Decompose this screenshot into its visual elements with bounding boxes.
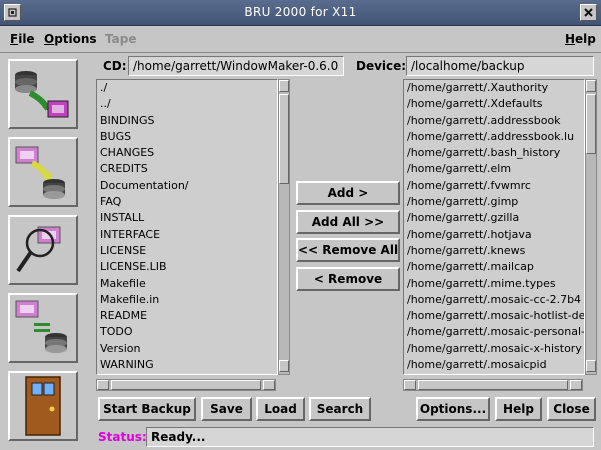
door-icon: [25, 376, 61, 436]
list-item[interactable]: /home/garrett/.mime.types: [404, 276, 584, 292]
directory-list-hscroll[interactable]: [96, 379, 276, 391]
directory-hscroll-thumb[interactable]: [111, 380, 261, 390]
start-backup-button[interactable]: Start Backup: [98, 397, 196, 421]
scroll-right-arrow[interactable]: [263, 380, 275, 390]
directory-list-items: ./../BINDINGS BUGS CHANGES CREDITS Documenta…: [97, 80, 277, 373]
list-item[interactable]: TODO: [97, 324, 277, 340]
scroll-up-arrow[interactable]: [279, 80, 289, 92]
list-item[interactable]: README: [97, 308, 277, 324]
list-item[interactable]: /home/garrett/.mosaic-cc-2.7b4: [404, 292, 584, 308]
list-item[interactable]: ../: [97, 96, 277, 112]
list-item[interactable]: Documentation/: [97, 178, 277, 194]
backup-list-items: /home/garrett/.Xauthority/home/garrett/.…: [404, 80, 584, 373]
title-bar: BRU 2000 for X11: [0, 0, 601, 26]
cd-path-field[interactable]: /home/garrett/WindowMaker-0.6.0: [128, 56, 344, 76]
list-item[interactable]: /home/garrett/.elm: [404, 161, 584, 177]
list-item[interactable]: LICENSE.LIB: [97, 259, 277, 275]
save-button[interactable]: Save: [201, 397, 252, 421]
scroll-up-arrow[interactable]: [586, 80, 596, 92]
window-close-button[interactable]: [580, 4, 597, 21]
scroll-right-arrow[interactable]: [570, 380, 582, 390]
menu-tape[interactable]: Tape: [105, 32, 136, 46]
device-path-field[interactable]: /localhome/backup: [406, 56, 594, 76]
list-item[interactable]: /home/garrett/.mailcap: [404, 259, 584, 275]
list-item[interactable]: /home/garrett/.bash_history: [404, 145, 584, 161]
window-title: BRU 2000 for X11: [244, 5, 357, 19]
device-label: Device:: [356, 59, 407, 73]
list-item[interactable]: /home/garrett/.gzilla: [404, 210, 584, 226]
remove-all-button[interactable]: << Remove All: [296, 238, 400, 262]
list-item[interactable]: /home/garrett/.gimp: [404, 194, 584, 210]
add-all-button[interactable]: Add All >>: [296, 210, 400, 234]
status-text: Ready...: [146, 427, 594, 447]
list-item[interactable]: Makefile: [97, 276, 277, 292]
menu-help[interactable]: Help: [565, 32, 596, 46]
list-item[interactable]: /home/garrett/.hotjava: [404, 227, 584, 243]
exit-tool-button[interactable]: [8, 371, 78, 441]
menu-bar: File Options Tape Help: [0, 27, 601, 53]
verify-tool-button[interactable]: [8, 293, 78, 363]
list-item[interactable]: Makefile.in: [97, 292, 277, 308]
scroll-left-arrow[interactable]: [97, 380, 109, 390]
tape-to-disk-icon: [15, 146, 65, 199]
list-item[interactable]: /home/garrett/.addressbook: [404, 113, 584, 129]
scroll-down-arrow[interactable]: [586, 360, 596, 372]
restore-tool-button[interactable]: [8, 137, 78, 207]
magnifier-icon: [16, 226, 61, 273]
add-button[interactable]: Add >: [296, 181, 400, 205]
list-item[interactable]: CHANGES: [97, 145, 277, 161]
list-item[interactable]: BUGS: [97, 129, 277, 145]
list-item[interactable]: /home/garrett/.mosaic-hotlist-default: [404, 308, 584, 324]
list-item[interactable]: /home/garrett/.mosaic-x-history: [404, 341, 584, 357]
backup-tool-button[interactable]: [8, 59, 78, 129]
list-item[interactable]: /home/garrett/.mosaic-personal-anno: [404, 324, 584, 340]
backup-scroll-thumb[interactable]: [586, 94, 596, 154]
help-button[interactable]: Help: [495, 397, 542, 421]
list-item[interactable]: INSTALL: [97, 210, 277, 226]
cd-label: CD:: [103, 59, 127, 73]
backup-list[interactable]: /home/garrett/.Xauthority/home/garrett/.…: [403, 79, 585, 375]
status-label: Status:: [98, 430, 147, 444]
compare-icon: [15, 300, 67, 353]
directory-list[interactable]: ./../BINDINGS BUGS CHANGES CREDITS Documenta…: [96, 79, 278, 375]
search-button[interactable]: Search: [309, 397, 371, 421]
directory-list-vscroll[interactable]: [278, 79, 290, 375]
list-item[interactable]: /home/garrett/.knews: [404, 243, 584, 259]
options-button[interactable]: Options...: [416, 397, 490, 421]
backup-hscroll-thumb[interactable]: [418, 380, 568, 390]
backup-list-hscroll[interactable]: [403, 379, 583, 391]
list-item[interactable]: /home/garrett/.mosaicpid: [404, 357, 584, 373]
status-bar: Status: Ready...: [96, 427, 596, 447]
scroll-left-arrow[interactable]: [404, 380, 416, 390]
remove-button[interactable]: < Remove: [296, 267, 400, 291]
scroll-down-arrow[interactable]: [279, 360, 289, 372]
list-item[interactable]: Version: [97, 341, 277, 357]
list-item[interactable]: /home/garrett/.fvwmrc: [404, 178, 584, 194]
list-item[interactable]: WARNING: [97, 357, 277, 373]
list-item[interactable]: CREDITS: [97, 161, 277, 177]
list-item[interactable]: INTERFACE: [97, 227, 277, 243]
menu-options[interactable]: Options: [44, 32, 97, 46]
directory-scroll-thumb[interactable]: [279, 94, 289, 184]
list-item[interactable]: BINDINGS: [97, 113, 277, 129]
search-tool-button[interactable]: [8, 215, 78, 285]
disk-to-tape-icon: [15, 71, 69, 118]
list-item[interactable]: /home/garrett/.Xdefaults: [404, 96, 584, 112]
list-item[interactable]: /home/garrett/.addressbook.lu: [404, 129, 584, 145]
list-item[interactable]: /home/garrett/.Xauthority: [404, 80, 584, 96]
load-button[interactable]: Load: [256, 397, 305, 421]
menu-file[interactable]: File: [10, 32, 35, 46]
list-item[interactable]: FAQ: [97, 194, 277, 210]
close-button[interactable]: Close: [547, 397, 596, 421]
list-item[interactable]: ./: [97, 80, 277, 96]
backup-list-vscroll[interactable]: [585, 79, 597, 375]
list-item[interactable]: LICENSE: [97, 243, 277, 259]
close-icon: [584, 8, 593, 17]
